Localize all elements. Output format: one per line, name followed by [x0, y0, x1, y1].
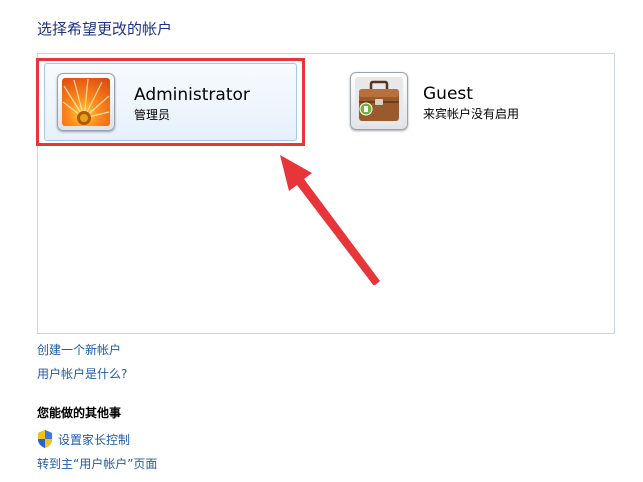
go-to-user-accounts-link[interactable]: 转到主“用户帐户”页面: [37, 456, 157, 472]
create-account-link[interactable]: 创建一个新帐户: [37, 342, 121, 358]
uac-shield-icon: [38, 430, 52, 448]
briefcase-avatar-icon: [350, 72, 408, 130]
annotation-arrow-icon: [280, 155, 380, 285]
account-tile-guest[interactable]: Guest 来宾帐户没有启用: [344, 63, 594, 141]
account-name: Guest: [423, 84, 473, 104]
annotation-highlight-box: [36, 58, 305, 146]
what-is-account-link[interactable]: 用户帐户是什么?: [37, 366, 127, 382]
account-role: 来宾帐户没有启用: [423, 107, 520, 121]
other-tasks-heading: 您能做的其他事: [37, 406, 122, 420]
page-title: 选择希望更改的帐户: [37, 20, 173, 38]
parental-controls-link[interactable]: 设置家长控制: [58, 432, 130, 448]
